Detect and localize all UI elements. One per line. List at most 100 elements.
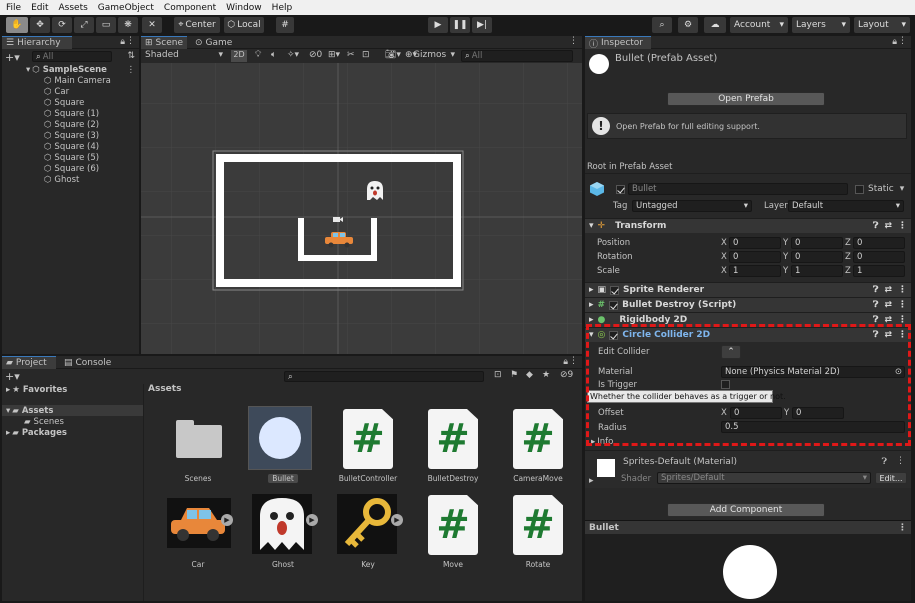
- kebab-menu-icon[interactable]: ⋮: [898, 300, 907, 310]
- asset-item[interactable]: Scenes: [163, 406, 233, 486]
- play-button[interactable]: ▶: [428, 17, 448, 33]
- layer-dropdown[interactable]: Default ▾: [788, 200, 904, 212]
- scale-tool-button[interactable]: ⤢: [74, 17, 94, 33]
- tag-dropdown[interactable]: Untagged ▾: [632, 200, 752, 212]
- shader-edit-button[interactable]: Edit...: [875, 472, 907, 484]
- transform-tool-button[interactable]: ❋: [118, 17, 138, 33]
- transform-scale-x-field[interactable]: 1: [729, 265, 781, 277]
- asset-item[interactable]: # Rotate: [503, 492, 573, 572]
- move-tool-button[interactable]: ✥: [30, 17, 50, 33]
- cloud-button[interactable]: ☁: [704, 17, 726, 33]
- scene-visibility-icon[interactable]: ⊘0: [309, 50, 322, 60]
- play-icon[interactable]: ▶: [306, 514, 318, 526]
- help-icon[interactable]: ❓︎: [873, 300, 878, 310]
- tab-inspector[interactable]: ⓘ Inspector: [585, 36, 651, 50]
- hierarchy-item[interactable]: ⬡ Square (2): [2, 119, 139, 130]
- kebab-menu-icon[interactable]: ⋮: [569, 356, 578, 366]
- pivot-center-toggle[interactable]: ⌖ Center: [174, 17, 220, 33]
- search-button[interactable]: ⌕: [652, 17, 672, 33]
- menu-edit[interactable]: Edit: [31, 3, 48, 13]
- kebab-menu-icon[interactable]: ⋮: [896, 456, 905, 466]
- static-toggle[interactable]: Static ▾: [855, 184, 904, 194]
- hierarchy-item[interactable]: ⬡ Square (3): [2, 130, 139, 141]
- collab-button[interactable]: ⚙: [678, 17, 698, 33]
- kebab-menu-icon[interactable]: ⋮: [126, 36, 135, 46]
- tab-hierarchy[interactable]: ☰ Hierarchy: [2, 36, 72, 49]
- ghost-sprite[interactable]: [367, 181, 383, 200]
- menu-assets[interactable]: Assets: [59, 3, 88, 13]
- transform-rotation-z-field[interactable]: 0: [853, 251, 905, 263]
- kebab-menu-icon[interactable]: ⋮: [898, 285, 907, 295]
- preset-icon[interactable]: ⇄: [884, 285, 892, 295]
- menu-help[interactable]: Help: [272, 3, 293, 13]
- play-icon[interactable]: ▶: [221, 514, 233, 526]
- kebab-menu-icon[interactable]: ⋮: [569, 36, 578, 46]
- account-dropdown[interactable]: Account ▾: [730, 17, 788, 33]
- lock-icon[interactable]: 🔒︎: [563, 357, 568, 367]
- tab-project[interactable]: ▰ Project: [2, 356, 56, 369]
- asset-item[interactable]: # CameraMove: [503, 406, 573, 486]
- lock-icon[interactable]: 🔒︎: [120, 37, 125, 47]
- menu-window[interactable]: Window: [226, 3, 262, 13]
- grid-toggle-icon[interactable]: ⊞▾: [328, 50, 340, 60]
- scene-canvas[interactable]: [141, 63, 582, 354]
- preview-header[interactable]: Bullet ⋮: [585, 521, 911, 534]
- hierarchy-item[interactable]: ⬡ Square (4): [2, 141, 139, 152]
- label-icon[interactable]: ◆: [526, 370, 533, 380]
- preset-icon[interactable]: ⇄: [884, 300, 892, 310]
- effects-icon[interactable]: ✧▾: [287, 50, 299, 60]
- asset-item[interactable]: ▶ Key: [333, 492, 403, 572]
- hierarchy-item[interactable]: ⬡ Square: [2, 97, 139, 108]
- search-by-type-icon[interactable]: ⊡: [494, 370, 502, 380]
- pivot-local-toggle[interactable]: ⬡ Local: [224, 17, 264, 33]
- scene-row[interactable]: ▾ ⬡ SampleScene ⋮: [2, 64, 139, 75]
- hierarchy-item[interactable]: ⬡ Ghost: [2, 174, 139, 185]
- pause-button[interactable]: ❚❚: [450, 17, 470, 33]
- audio-icon[interactable]: 🔈︎: [271, 50, 276, 60]
- hierarchy-item[interactable]: ⬡ Square (5): [2, 152, 139, 163]
- transform-scale-z-field[interactable]: 1: [853, 265, 905, 277]
- camera-icon[interactable]: 📷︎▾: [385, 50, 401, 60]
- layout-dropdown[interactable]: Layout ▾: [854, 17, 910, 33]
- add-component-button[interactable]: Add Component: [667, 503, 825, 517]
- scene-toolbar-icon[interactable]: ⊡: [362, 50, 370, 60]
- asset-item[interactable]: # BulletDestroy: [418, 406, 488, 486]
- hierarchy-item[interactable]: ⬡ Car: [2, 86, 139, 97]
- asset-item[interactable]: ▶ Car: [163, 492, 233, 572]
- rect-tool-button[interactable]: ▭: [96, 17, 116, 33]
- shading-dropdown[interactable]: Shaded ▾: [143, 50, 225, 62]
- expand-arrow-icon[interactable]: ▸: [589, 476, 594, 486]
- transform-position-z-field[interactable]: 0: [853, 237, 905, 249]
- menu-gameobject[interactable]: GameObject: [98, 3, 154, 13]
- custom-tool-button[interactable]: ✕: [142, 17, 162, 33]
- add-button[interactable]: +▾: [5, 51, 20, 64]
- transform-rotation-y-field[interactable]: 0: [791, 251, 843, 263]
- 2d-toggle[interactable]: 2D: [231, 50, 247, 62]
- shader-dropdown[interactable]: Sprites/Default ▾: [657, 472, 871, 484]
- transform-position-y-field[interactable]: 0: [791, 237, 843, 249]
- hierarchy-item[interactable]: ⬡ Square (6): [2, 163, 139, 174]
- rotate-tool-button[interactable]: ⟳: [52, 17, 72, 33]
- tools-icon[interactable]: ✂: [347, 50, 355, 60]
- step-button[interactable]: ▶|: [472, 17, 492, 33]
- asset-item[interactable]: # BulletController: [333, 406, 403, 486]
- transform-scale-y-field[interactable]: 1: [791, 265, 843, 277]
- preset-icon[interactable]: ⇄: [884, 221, 892, 231]
- tab-console[interactable]: ▤ Console: [60, 356, 118, 369]
- scene-search-input[interactable]: ⌕ All: [461, 50, 573, 62]
- help-icon[interactable]: ❓︎: [882, 457, 887, 467]
- kebab-menu-icon[interactable]: ⋮: [898, 221, 907, 231]
- help-icon[interactable]: ❓︎: [873, 285, 878, 295]
- hand-tool-button[interactable]: ✋: [6, 17, 28, 33]
- tab-game[interactable]: ⊙ Game: [191, 36, 237, 49]
- packages-folder-row[interactable]: ▸ ▰ Packages: [2, 427, 143, 438]
- layers-dropdown[interactable]: Layers ▾: [792, 17, 850, 33]
- gizmos-dropdown[interactable]: Gizmos ▾: [411, 50, 457, 62]
- tab-scene[interactable]: ⊞ Scene: [141, 36, 187, 49]
- transform-header[interactable]: ▾ ✛ Transform ❓︎ ⇄ ⋮: [585, 218, 911, 233]
- scene-visibility-icon[interactable]: ⇅: [127, 51, 135, 61]
- asset-item[interactable]: Bullet: [248, 406, 318, 486]
- star-icon[interactable]: ★: [542, 370, 550, 380]
- menu-component[interactable]: Component: [164, 3, 216, 13]
- transform-position-x-field[interactable]: 0: [729, 237, 781, 249]
